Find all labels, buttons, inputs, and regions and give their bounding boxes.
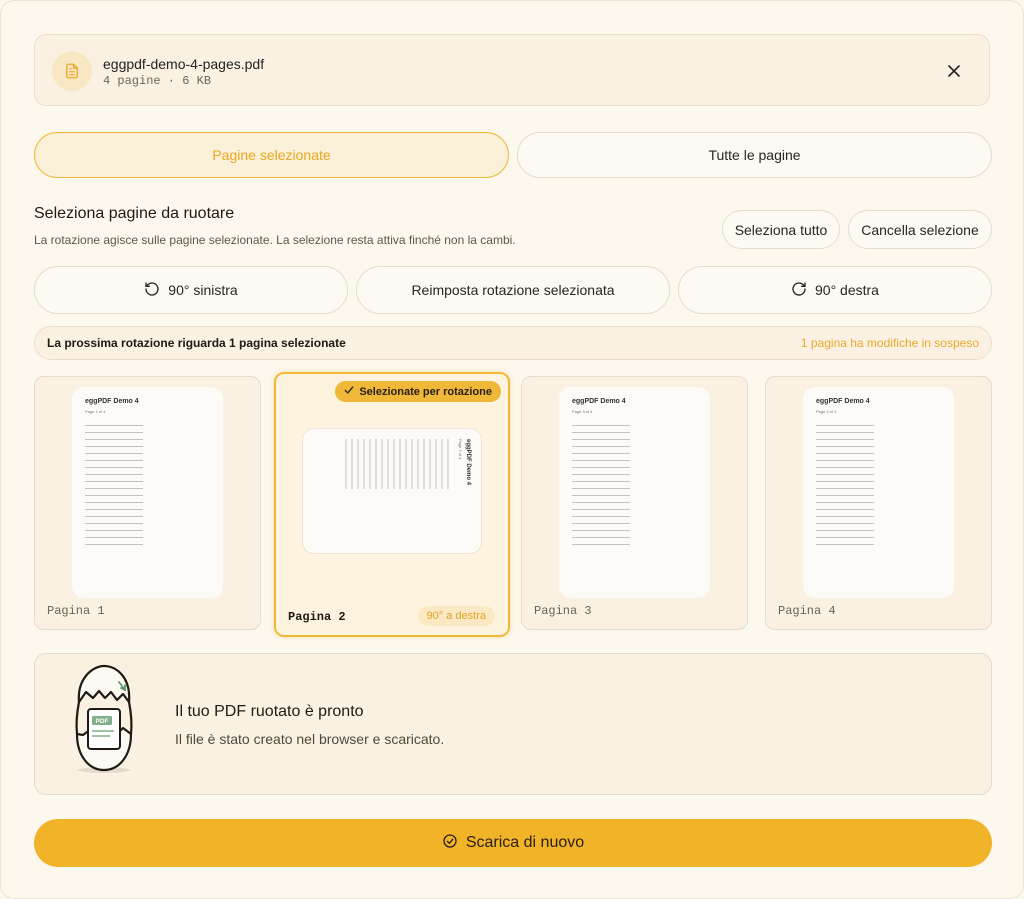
check-icon (344, 385, 354, 398)
reset-rotation-label: Reimposta rotazione selezionata (411, 282, 615, 298)
page-thumbnail: eggPDF Demo 4 Page 1 of 4 (72, 387, 223, 598)
file-name: eggpdf-demo-4-pages.pdf (103, 56, 265, 72)
tab-selected-pages[interactable]: Pagine selezionate (34, 132, 509, 178)
thumbnail-title: eggPDF Demo 4 (465, 439, 471, 486)
rotate-left-button[interactable]: 90° sinistra (34, 266, 348, 314)
egg-pdf-illustration: PDF (75, 664, 133, 773)
page-label: Pagina 1 (47, 604, 105, 618)
rotated-page-content: eggPDF Demo 4 Page 2 of 4 (345, 439, 471, 489)
ready-subtitle: Il file è stato creato nel browser e sca… (175, 731, 445, 747)
pdf-tag: PDF (96, 718, 109, 725)
rotate-right-icon (791, 281, 807, 300)
close-icon[interactable] (945, 62, 963, 80)
page-card-1[interactable]: eggPDF Demo 4 Page 1 of 4 Pagina 1 (34, 376, 261, 630)
check-circle-icon (442, 833, 458, 854)
selected-badge-label: Selezionate per rotazione (359, 385, 492, 398)
page-thumbnail: eggPDF Demo 4 Page 4 of 4 (803, 387, 954, 598)
thumbnail-subtitle: Page 4 of 4 (816, 409, 837, 414)
rotate-left-icon (144, 281, 160, 300)
rotation-status-bar: La prossima rotazione riguarda 1 pagina … (34, 326, 992, 360)
selected-badge: Selezionate per rotazione (335, 381, 501, 402)
document-icon (52, 51, 92, 91)
rotate-right-button[interactable]: 90° destra (678, 266, 992, 314)
page-label: Pagina 4 (778, 604, 836, 618)
page-label: Pagina 3 (534, 604, 592, 618)
thumbnail-text-lines (816, 425, 874, 551)
page-card-3[interactable]: eggPDF Demo 4 Page 3 of 4 Pagina 3 (521, 376, 748, 630)
select-all-button[interactable]: Seleziona tutto (722, 210, 840, 249)
thumbnail-subtitle: Page 1 of 4 (85, 409, 106, 414)
page-label: Pagina 2 (288, 610, 346, 624)
tab-all-pages[interactable]: Tutte le pagine (517, 132, 992, 178)
page-thumbnail: eggPDF Demo 4 Page 3 of 4 (559, 387, 710, 598)
status-summary: La prossima rotazione riguarda 1 pagina … (47, 336, 346, 350)
ready-card: PDF Il tuo PDF ruotato è pronto Il file … (34, 653, 992, 795)
rotate-tool-panel: eggpdf-demo-4-pages.pdf 4 pagine · 6 KB … (0, 0, 1024, 899)
thumbnail-subtitle: Page 2 of 4 (458, 439, 463, 460)
page-card-2[interactable]: Selezionate per rotazione eggPDF Demo 4 … (274, 372, 510, 637)
rotate-right-label: 90° destra (815, 282, 879, 298)
section-subtitle: La rotazione agisce sulle pagine selezio… (34, 233, 516, 247)
page-thumbnail-rotated: eggPDF Demo 4 Page 2 of 4 (302, 428, 482, 554)
download-again-label: Scarica di nuovo (465, 834, 585, 851)
thumbnail-title: eggPDF Demo 4 (85, 398, 139, 405)
thumbnail-title: eggPDF Demo 4 (572, 398, 626, 405)
thumbnail-title: eggPDF Demo 4 (816, 398, 870, 405)
rotation-tag: 90° a destra (417, 606, 495, 626)
reset-rotation-button[interactable]: Reimposta rotazione selezionata (356, 266, 670, 314)
ready-title: Il tuo PDF ruotato è pronto (175, 703, 364, 720)
section-title: Seleziona pagine da ruotare (34, 205, 235, 222)
file-card: eggpdf-demo-4-pages.pdf 4 pagine · 6 KB (34, 34, 990, 106)
clear-selection-button[interactable]: Cancella selezione (848, 210, 992, 249)
thumbnail-text-lines (572, 425, 630, 551)
rotate-left-label: 90° sinistra (168, 282, 238, 298)
thumbnail-text-lines (85, 425, 143, 551)
download-again-button[interactable]: Scarica di nuovo (34, 819, 992, 867)
pending-changes-label: 1 pagina ha modifiche in sospeso (800, 336, 979, 350)
page-card-4[interactable]: eggPDF Demo 4 Page 4 of 4 Pagina 4 (765, 376, 992, 630)
thumbnail-subtitle: Page 3 of 4 (572, 409, 593, 414)
file-meta: 4 pagine · 6 KB (103, 74, 212, 88)
